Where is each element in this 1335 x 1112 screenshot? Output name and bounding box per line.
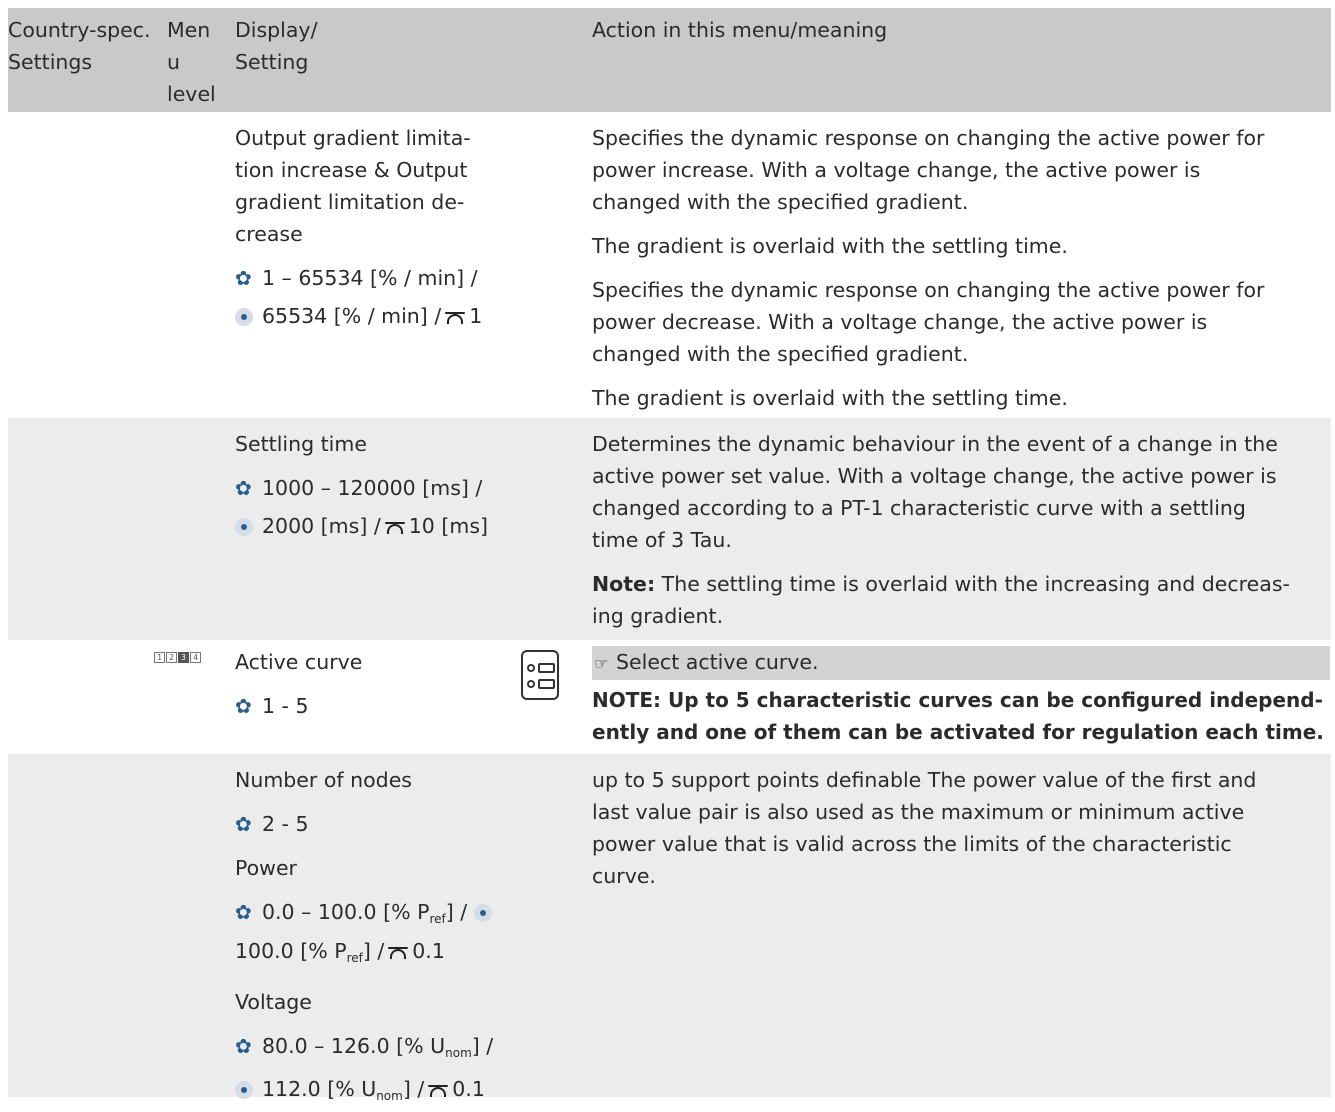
header-country-settings: Country-spec. Settings (8, 18, 151, 74)
header-menu-level: Men u level (167, 18, 216, 106)
step-icon (388, 945, 409, 959)
desc-active-curve: ☞ Select active curve. NOTE: Up to 5 char… (592, 646, 1330, 748)
default-dot-icon (235, 518, 253, 536)
range-line: ✿ 1 – 65534 [% / min] / (235, 262, 525, 294)
setting-nodes: Number of nodes ✿ 2 - 5 Power ✿ 0.0 – 100.… (235, 768, 494, 1103)
desc-nodes: up to 5 support points definable The pow… (592, 768, 1257, 888)
table-row-nodes: Number of nodes ✿ 2 - 5 Power ✿ 0.0 – 100.… (8, 754, 1331, 1103)
menu-level-icon: 1234 (154, 652, 201, 664)
step-icon (384, 520, 405, 534)
default-dot-icon (235, 308, 253, 326)
table-row-output-gradient: Output gradient limita- tion increase & … (8, 112, 1331, 419)
desc-output-gradient: Specifies the dynamic response on changi… (592, 126, 1265, 410)
gear-icon: ✿ (235, 476, 252, 500)
header-display-setting: Display/Setting (235, 18, 318, 74)
gear-icon: ✿ (235, 694, 252, 718)
table-row-active-curve: 1234 Active curve ✿ 1 - 5 ☞ Select active … (8, 640, 1331, 755)
step-icon (428, 1083, 449, 1097)
menu-list-icon (521, 650, 559, 700)
gear-icon: ✿ (235, 1034, 252, 1058)
setting-active-curve: Active curve ✿ 1 - 5 (235, 646, 525, 722)
default-dot-icon (235, 1081, 253, 1099)
default-dot-icon (473, 904, 492, 922)
table-row-settling-time: Settling time ✿ 1000 – 120000 [ms] / 2000… (8, 418, 1331, 641)
pointing-hand-icon: ☞ (594, 654, 609, 673)
table-header: Country-spec. Settings Men u level Display/… (8, 8, 1331, 112)
gear-icon: ✿ (235, 812, 252, 836)
setting-settling-time: Settling time ✿ 1000 – 120000 [ms] / 2000… (235, 432, 489, 538)
step-icon (445, 310, 466, 324)
default-line: 65534 [% / min] /1 (235, 300, 525, 332)
desc-settling-time: Determines the dynamic behaviour in the … (592, 432, 1290, 628)
instruction-bar: ☞ Select active curve. (592, 646, 1330, 680)
setting-output-gradient: Output gradient limita- tion increase & … (235, 122, 525, 332)
gear-icon: ✿ (235, 900, 252, 924)
header-action-meaning: Action in this menu/meaning (592, 18, 888, 42)
gear-icon: ✿ (235, 266, 252, 290)
